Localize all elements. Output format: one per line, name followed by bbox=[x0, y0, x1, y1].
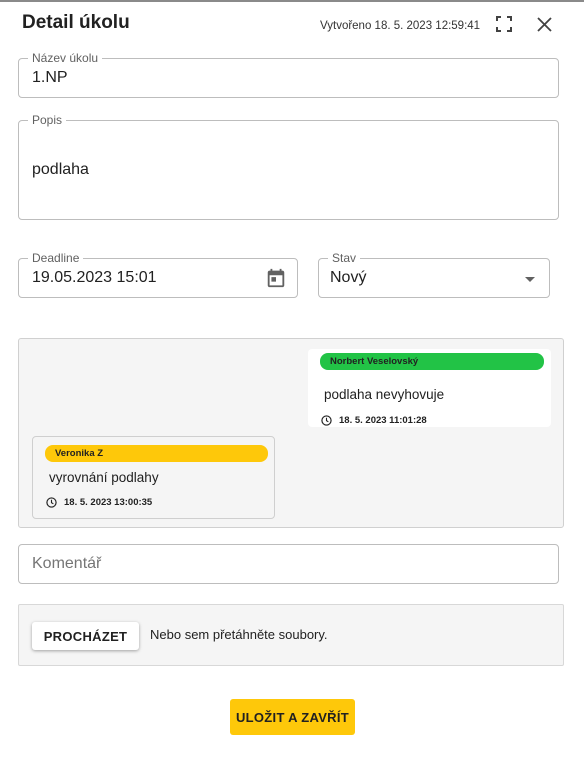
browse-button[interactable]: PROCHÁZET bbox=[32, 622, 139, 650]
comment-timestamp: 18. 5. 2023 11:01:28 bbox=[339, 415, 427, 426]
dialog-title: Detail úkolu bbox=[22, 12, 130, 33]
close-button[interactable] bbox=[532, 12, 556, 36]
save-and-close-button[interactable]: ULOŽIT A ZAVŘÍT bbox=[230, 699, 355, 735]
comment-text: vyrovnání podlahy bbox=[49, 470, 159, 485]
comments-panel: Norbert Veselovský podlaha nevyhovuje 18… bbox=[18, 338, 564, 528]
task-name-field[interactable]: Název úkolu 1.NP bbox=[18, 51, 559, 98]
comment-input[interactable]: Komentář bbox=[18, 544, 559, 584]
comment-item: Norbert Veselovský podlaha nevyhovuje 18… bbox=[308, 349, 551, 427]
comment-time: 18. 5. 2023 13:00:35 bbox=[46, 497, 152, 508]
calendar-icon[interactable] bbox=[265, 267, 287, 289]
top-border bbox=[0, 0, 584, 2]
comment-time: 18. 5. 2023 11:01:28 bbox=[321, 415, 427, 426]
dropzone-text: Nebo sem přetáhněte soubory. bbox=[150, 627, 328, 642]
comment-text: podlaha nevyhovuje bbox=[324, 387, 445, 402]
fullscreen-button[interactable] bbox=[492, 12, 516, 36]
description-label: Popis bbox=[28, 113, 67, 127]
file-dropzone[interactable]: PROCHÁZET Nebo sem přetáhněte soubory. bbox=[18, 604, 564, 666]
comment-placeholder[interactable]: Komentář bbox=[32, 555, 101, 573]
comment-author: Norbert Veselovský bbox=[320, 353, 544, 370]
description-value[interactable]: podlaha bbox=[32, 161, 89, 179]
status-value[interactable]: Nový bbox=[330, 269, 366, 287]
close-icon bbox=[536, 16, 552, 32]
task-name-value[interactable]: 1.NP bbox=[32, 69, 68, 87]
chevron-down-icon[interactable] bbox=[525, 277, 535, 282]
deadline-label: Deadline bbox=[28, 251, 84, 265]
status-select[interactable]: Stav Nový bbox=[318, 251, 550, 298]
created-timestamp: Vytvořeno 18. 5. 2023 12:59:41 bbox=[320, 20, 481, 32]
fullscreen-icon bbox=[496, 16, 512, 32]
comment-author: Veronika Z bbox=[45, 445, 268, 462]
clock-icon bbox=[321, 415, 332, 426]
description-field[interactable]: Popis podlaha bbox=[18, 113, 559, 220]
deadline-value[interactable]: 19.05.2023 15:01 bbox=[32, 269, 157, 287]
comment-timestamp: 18. 5. 2023 13:00:35 bbox=[64, 497, 153, 508]
task-name-label: Název úkolu bbox=[28, 51, 103, 65]
status-label: Stav bbox=[328, 251, 361, 265]
deadline-field[interactable]: Deadline 19.05.2023 15:01 bbox=[18, 251, 298, 298]
comment-item: Veronika Z vyrovnání podlahy 18. 5. 2023… bbox=[32, 436, 275, 519]
clock-icon bbox=[46, 497, 57, 508]
